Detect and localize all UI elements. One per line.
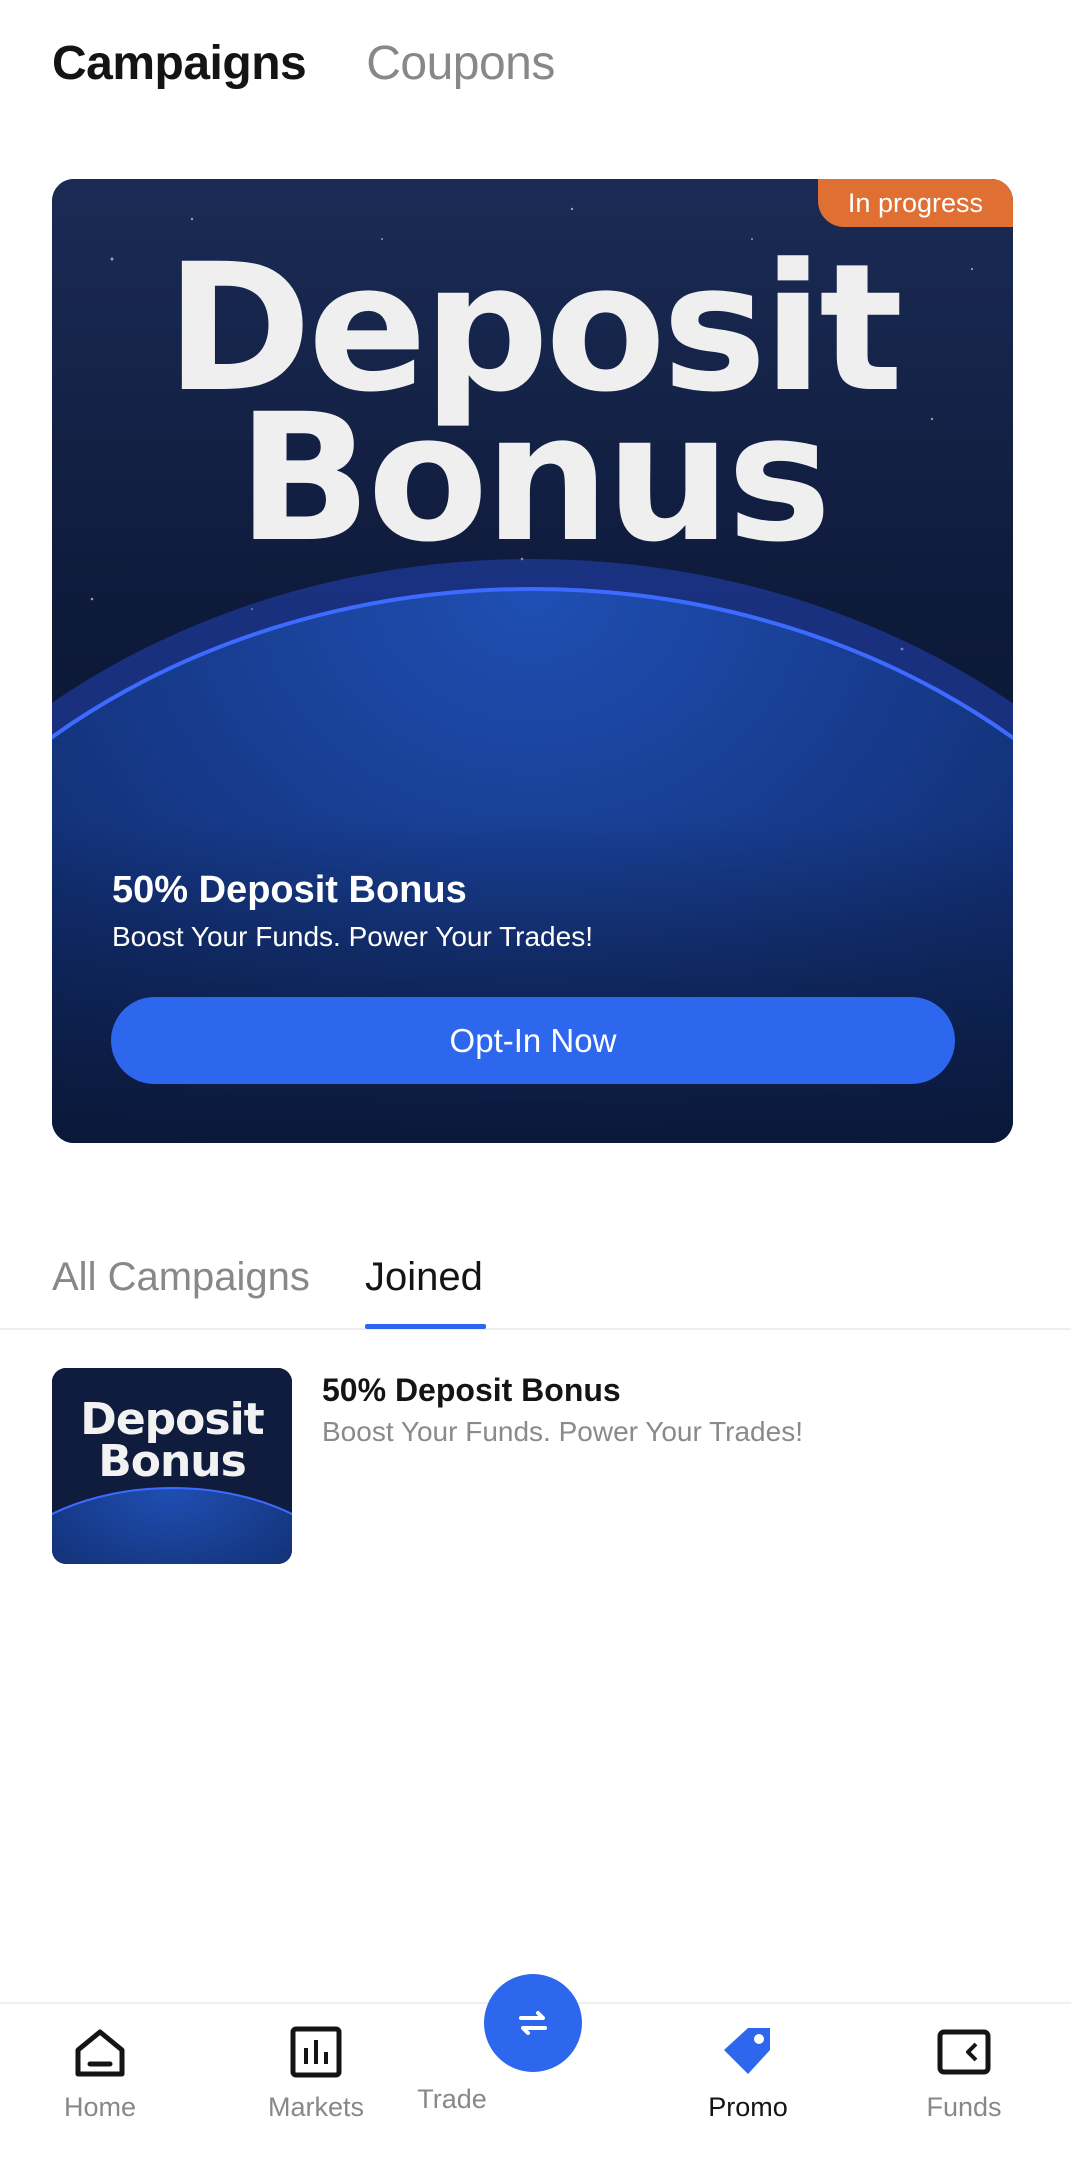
tag-icon	[718, 2022, 778, 2082]
campaign-thumbnail: Deposit Bonus	[52, 1368, 292, 1564]
active-tab-indicator	[365, 1324, 486, 1329]
nav-funds[interactable]: Funds	[884, 2022, 1044, 2123]
nav-markets-label: Markets	[267, 2092, 365, 2122]
opt-in-button[interactable]: Opt-In Now	[111, 997, 955, 1084]
bar-chart-icon	[286, 2022, 346, 2082]
bottom-nav: Home Markets Trade Promo Funds	[0, 1974, 1071, 2181]
hero-subtitle: Boost Your Funds. Power Your Trades!	[112, 921, 593, 952]
hero-headline-line2: Bonus	[237, 376, 831, 581]
trade-button[interactable]	[484, 1974, 582, 2072]
swap-arrows-icon	[519, 2011, 547, 2035]
campaign-filter-tabs: All Campaigns Joined	[0, 1255, 1071, 1330]
tab-all-campaigns[interactable]: All Campaigns	[52, 1255, 310, 1300]
wallet-icon	[934, 2022, 994, 2082]
list-item[interactable]: Deposit Bonus 50% Deposit Bonus Boost Yo…	[52, 1368, 1012, 1568]
nav-trade-label: Trade	[417, 2084, 487, 2114]
nav-promo[interactable]: Promo	[668, 2022, 828, 2123]
nav-home-label: Home	[63, 2092, 137, 2122]
nav-funds-label: Funds	[926, 2092, 1002, 2122]
thumbnail-text-line2: Bonus	[98, 1436, 247, 1487]
top-tabs: Campaigns Coupons	[52, 36, 555, 91]
campaign-hero-card[interactable]: In progress Deposit Bonus 50% Deposit Bo…	[52, 179, 1013, 1143]
hero-title: 50% Deposit Bonus	[112, 869, 467, 911]
nav-promo-label: Promo	[708, 2092, 788, 2122]
tab-campaigns[interactable]: Campaigns	[52, 36, 307, 91]
home-icon	[70, 2022, 130, 2082]
campaigns-page: Campaigns Coupons In progress Deposit Bo…	[0, 0, 1071, 2181]
tab-coupons[interactable]: Coupons	[366, 36, 555, 91]
tab-joined[interactable]: Joined	[365, 1255, 483, 1300]
status-badge: In progress	[817, 179, 1013, 227]
campaign-title: 50% Deposit Bonus	[322, 1372, 621, 1408]
campaign-subtitle: Boost Your Funds. Power Your Trades!	[322, 1416, 803, 1447]
nav-home[interactable]: Home	[20, 2022, 180, 2123]
